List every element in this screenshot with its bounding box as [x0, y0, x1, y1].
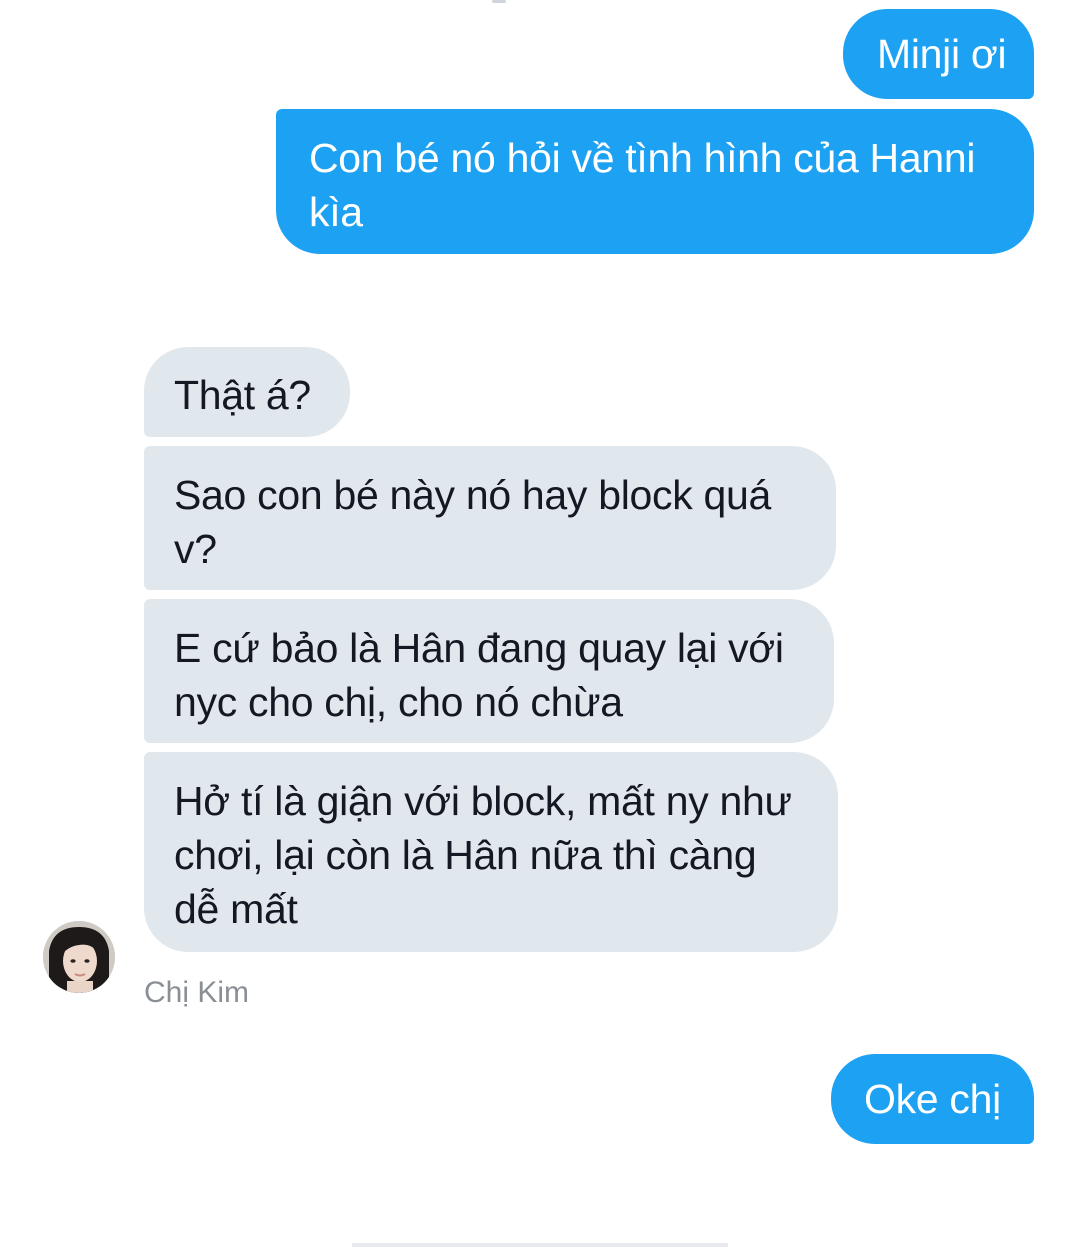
- outgoing-message-bubble[interactable]: Oke chị: [831, 1054, 1034, 1144]
- avatar[interactable]: [43, 921, 115, 993]
- incoming-message-bubble[interactable]: Sao con bé này nó hay block quá v?: [144, 446, 836, 590]
- message-text: Con bé nó hỏi về tình hình của Hanni kìa: [309, 135, 976, 235]
- message-text: Sao con bé này nó hay block quá v?: [174, 472, 772, 572]
- bottom-edge: [352, 1243, 728, 1247]
- message-text: Hở tí là giận với block, mất ny như chơi…: [174, 778, 792, 932]
- incoming-message-bubble[interactable]: E cứ bảo là Hân đang quay lại với nyc ch…: [144, 599, 834, 743]
- sender-name: Chị Kim: [144, 976, 250, 1009]
- incoming-message-bubble[interactable]: Hở tí là giận với block, mất ny như chơi…: [144, 752, 838, 952]
- message-text: Oke chị: [864, 1076, 1001, 1122]
- user-avatar-icon: [43, 921, 115, 993]
- message-text: Minji ơi: [877, 31, 1007, 77]
- outgoing-message-bubble[interactable]: Con bé nó hỏi về tình hình của Hanni kìa: [276, 109, 1034, 254]
- previous-message-edge: [492, 0, 506, 3]
- message-text: E cứ bảo là Hân đang quay lại với nyc ch…: [174, 625, 784, 725]
- outgoing-message-bubble[interactable]: Minji ơi: [843, 9, 1034, 99]
- incoming-message-bubble[interactable]: Thật á?: [144, 347, 350, 437]
- message-text: Thật á?: [174, 372, 311, 418]
